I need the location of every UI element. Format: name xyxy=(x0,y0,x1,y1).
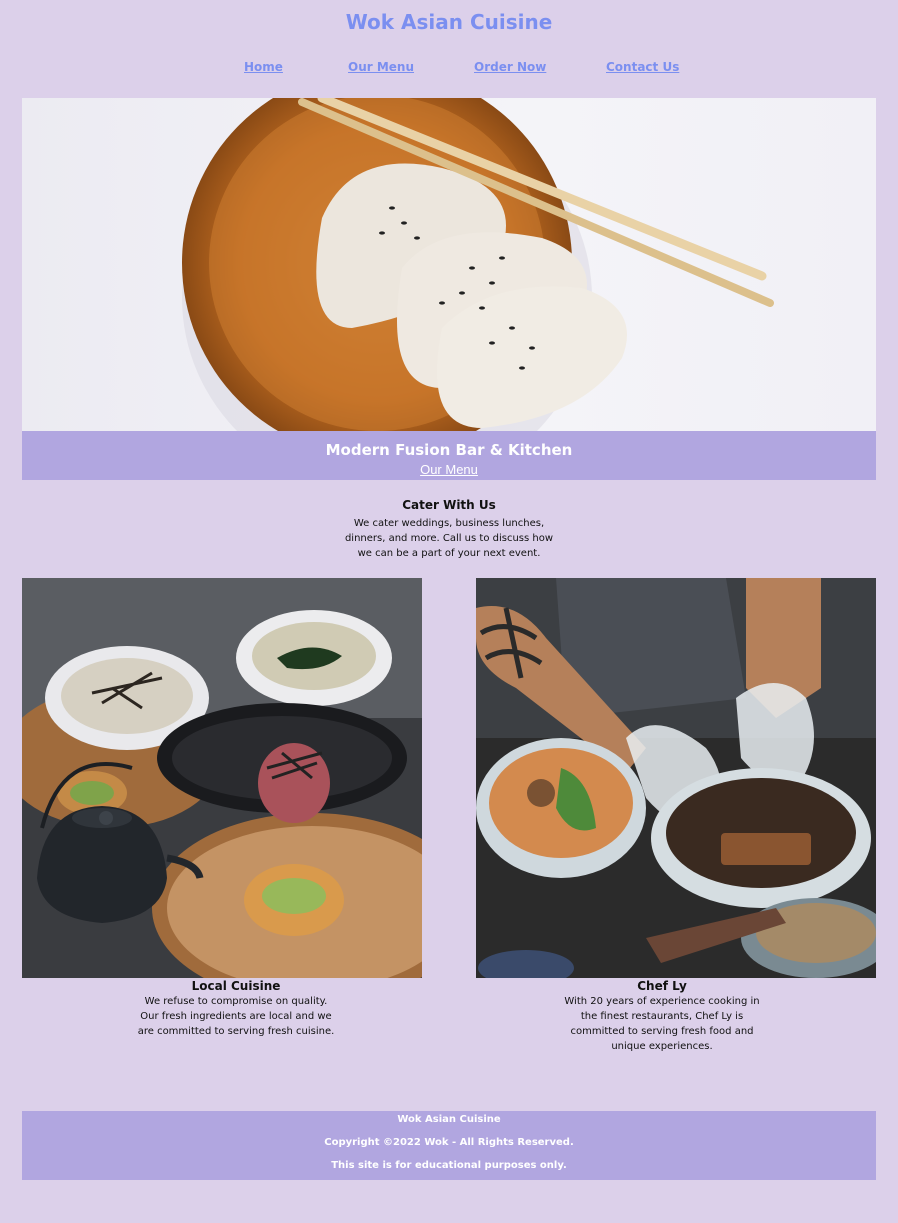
cater-body: We cater weddings, business lunches, din… xyxy=(344,518,554,559)
nav-our-menu-link[interactable]: Our Menu xyxy=(348,60,414,74)
footer-copyright: Copyright ©2022 Wok - All Rights Reserve… xyxy=(324,1137,574,1148)
footer-site-name: Wok Asian Cuisine xyxy=(397,1114,501,1125)
site-footer: Wok Asian Cuisine Copyright ©2022 Wok - … xyxy=(22,1111,876,1180)
local-cuisine-card: Local Cuisine We refuse to compromise on… xyxy=(136,979,336,1039)
local-cuisine-image xyxy=(22,578,422,978)
site-title: Wok Asian Cuisine xyxy=(345,10,553,34)
chef-ly-image xyxy=(476,578,876,978)
local-cuisine-title: Local Cuisine xyxy=(191,979,281,993)
main-nav: Home Our Menu Order Now Contact Us xyxy=(0,60,898,80)
cater-title: Cater With Us xyxy=(402,498,496,512)
hero-our-menu-link[interactable]: Our Menu xyxy=(420,462,478,477)
nav-order-now-link[interactable]: Order Now xyxy=(474,60,546,74)
cater-section: Cater With Us We cater weddings, busines… xyxy=(340,498,558,561)
chef-ly-title: Chef Ly xyxy=(637,979,687,993)
hero-image-dumplings xyxy=(22,98,876,431)
chef-ly-body: With 20 years of experience cooking in t… xyxy=(564,996,760,1052)
hero-banner: Modern Fusion Bar & Kitchen Our Menu xyxy=(22,431,876,480)
hero-tagline: Modern Fusion Bar & Kitchen xyxy=(325,441,573,459)
nav-contact-us-link[interactable]: Contact Us xyxy=(606,60,679,74)
footer-disclaimer: This site is for educational purposes on… xyxy=(331,1160,567,1171)
chef-ly-card: Chef Ly With 20 years of experience cook… xyxy=(562,979,762,1054)
nav-home-link[interactable]: Home xyxy=(244,60,283,74)
local-cuisine-body: We refuse to compromise on quality. Our … xyxy=(137,996,335,1037)
